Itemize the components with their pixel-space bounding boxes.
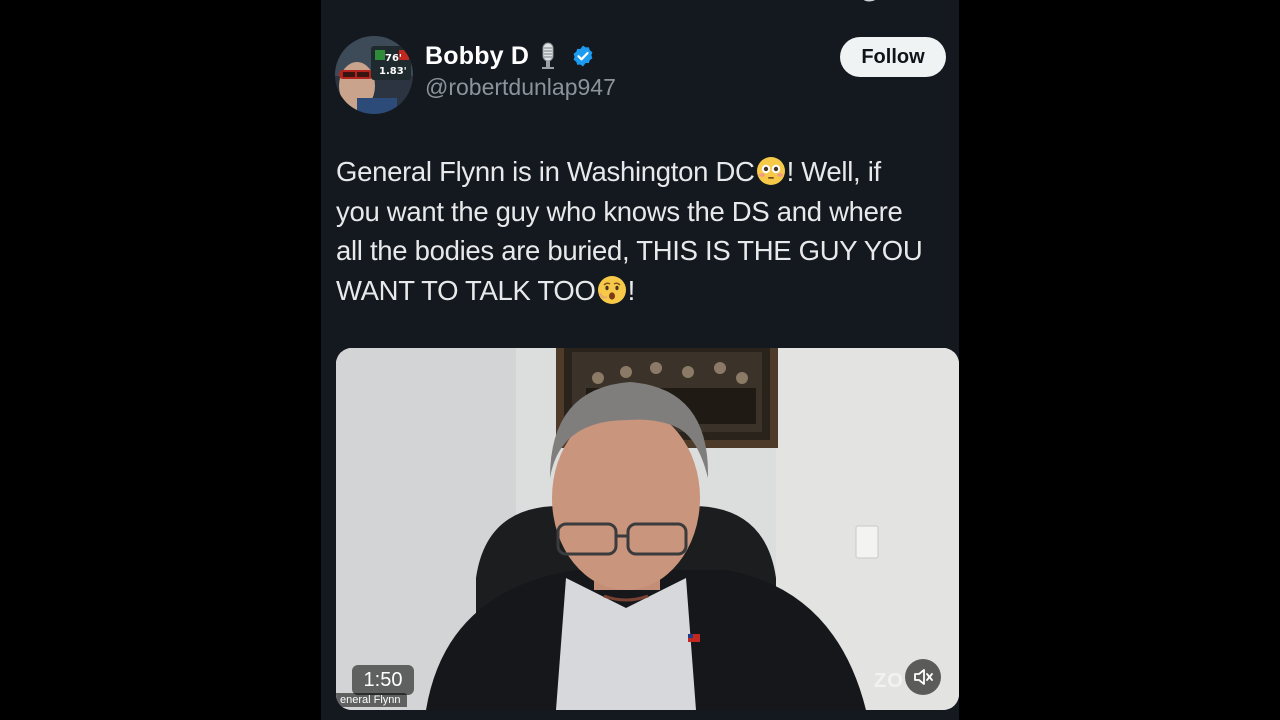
participant-name-label: eneral Flynn bbox=[336, 693, 407, 707]
mute-toggle-button[interactable] bbox=[905, 659, 941, 695]
microphone-icon bbox=[542, 42, 555, 69]
top-partial-icon bbox=[863, 0, 876, 2]
tweet-line-2: you want the guy who knows the DS and wh… bbox=[336, 195, 903, 227]
video-timestamp: 1:50 bbox=[352, 665, 414, 695]
tweet-text: General Flynn is in Washington DC ! Well… bbox=[336, 152, 956, 310]
screen: 76' 1.83' Bobby D @robertdunlap947 Follo… bbox=[0, 0, 1280, 720]
tweet-text-segment: General Flynn is in Washington DC bbox=[336, 156, 755, 187]
follow-button[interactable]: Follow bbox=[840, 37, 946, 77]
tweet-text-segment: WANT TO TALK TOO bbox=[336, 274, 596, 306]
avatar-image: 76' 1.83' bbox=[335, 36, 413, 114]
author-name-row: Bobby D bbox=[425, 38, 595, 74]
avatar-badge-top: 76' bbox=[385, 53, 402, 64]
author-display-name[interactable]: Bobby D bbox=[425, 42, 529, 71]
avatar[interactable]: 76' 1.83' bbox=[335, 36, 413, 114]
speaker-muted-icon bbox=[914, 669, 933, 685]
tweet-text-segment: ! Well, if bbox=[786, 156, 882, 187]
avatar-badge-bottom: 1.83' bbox=[379, 66, 407, 77]
tweet-line-1: General Flynn is in Washington DC ! Well… bbox=[336, 152, 956, 192]
tweet-text-segment: ! bbox=[627, 274, 636, 306]
letterbox-right bbox=[959, 0, 1280, 720]
tweet-line-4: WANT TO TALK TOO ! bbox=[336, 271, 956, 311]
letterbox-left bbox=[0, 0, 321, 720]
tweet-card: 76' 1.83' Bobby D @robertdunlap947 Follo… bbox=[321, 0, 959, 720]
verified-badge-icon bbox=[573, 45, 593, 67]
video-player[interactable]: 1:50 eneral Flynn ZO bbox=[336, 348, 959, 710]
face-with-open-mouth-emoji bbox=[597, 275, 626, 304]
author-handle[interactable]: @robertdunlap947 bbox=[425, 74, 616, 101]
tweet-line-3: all the bodies are buried, THIS IS THE G… bbox=[336, 235, 923, 266]
zoom-watermark: ZO bbox=[874, 670, 904, 692]
video-frame bbox=[336, 348, 959, 710]
flushed-face-emoji bbox=[756, 157, 785, 185]
